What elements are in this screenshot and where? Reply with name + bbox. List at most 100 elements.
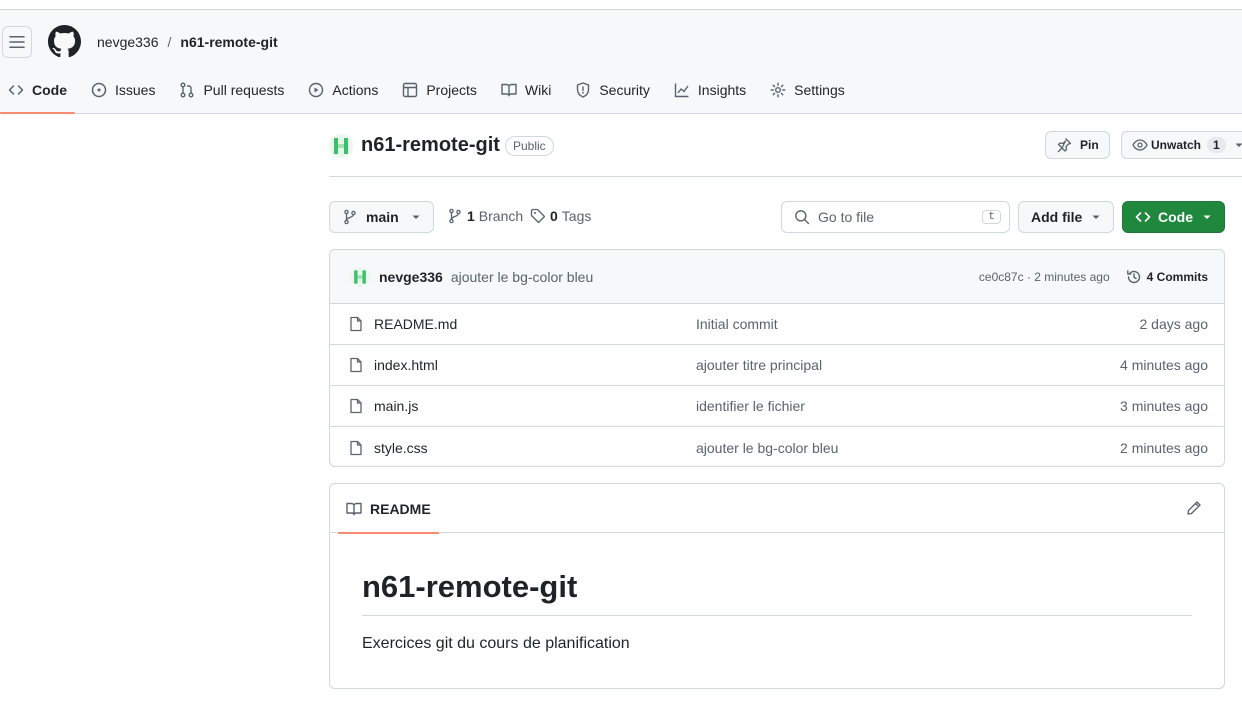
breadcrumb-repo[interactable]: n61-remote-git: [180, 34, 277, 50]
book-icon: [501, 83, 517, 97]
menu-button[interactable]: [2, 26, 32, 58]
breadcrumb-owner[interactable]: nevge336: [97, 34, 159, 50]
commits-count-label: 4 Commits: [1146, 269, 1208, 284]
book-icon: [346, 502, 362, 515]
branches-label: Branch: [478, 208, 524, 224]
file-name[interactable]: style.css: [374, 440, 696, 456]
branches-count: 1: [467, 208, 475, 224]
tab-wiki-label: Wiki: [524, 82, 552, 98]
file-commit-message[interactable]: identifier le fichier: [696, 398, 1120, 414]
file-name[interactable]: index.html: [374, 357, 696, 373]
pin-icon: [1057, 138, 1072, 153]
history-icon: [1126, 269, 1140, 283]
play-icon: [309, 82, 324, 98]
pull-request-icon: [180, 82, 194, 98]
file-icon: [350, 398, 362, 414]
commit-meta: ce0c87c · 2 minutes ago 4 Commits: [979, 269, 1208, 285]
readme-panel: README n61-remote-git Exercices git du c…: [329, 483, 1225, 689]
issue-icon: [91, 82, 107, 98]
pencil-icon: [1187, 501, 1201, 515]
file-name[interactable]: README.md: [374, 316, 696, 332]
commit-message[interactable]: ajouter le bg-color bleu: [451, 269, 593, 285]
file-row[interactable]: style.css ajouter le bg-color bleu 2 min…: [330, 427, 1224, 466]
hamburger-icon: [9, 36, 25, 48]
file-date: 3 minutes ago: [1120, 398, 1208, 414]
breadcrumb: nevge336 / n61-remote-git: [97, 34, 278, 50]
readme-paragraph: Exercices git du cours de planification: [362, 635, 630, 652]
branch-icon: [344, 209, 356, 225]
tab-code-label: Code: [32, 82, 67, 98]
repo-name[interactable]: n61-remote-git: [361, 134, 500, 157]
code-icon: [1135, 212, 1151, 222]
search-shortcut: t: [982, 210, 1001, 224]
repo-title-row: n61-remote-git Public Pin Unwatch 1: [329, 131, 1242, 177]
commit-info[interactable]: ce0c87c · 2 minutes ago: [979, 270, 1110, 284]
shield-icon: [577, 82, 590, 98]
tags-label: Tags: [561, 208, 592, 224]
tab-issues-label: Issues: [115, 82, 156, 98]
unwatch-label: Unwatch: [1151, 138, 1202, 152]
tags-link[interactable]: 0 Tags: [530, 208, 591, 224]
caret-down-icon: [412, 215, 420, 219]
tab-actions[interactable]: Actions: [300, 72, 386, 108]
tab-code[interactable]: Code: [0, 72, 75, 114]
file-commit-message[interactable]: ajouter titre principal: [696, 357, 1120, 373]
tab-security-label: Security: [599, 82, 650, 98]
tab-actions-label: Actions: [332, 82, 379, 98]
search-placeholder: Go to file: [818, 209, 875, 225]
tab-pull-requests-label: Pull requests: [203, 82, 285, 98]
file-commit-message[interactable]: ajouter le bg-color bleu: [696, 440, 1120, 456]
pin-label: Pin: [1080, 138, 1099, 152]
code-button-label: Code: [1158, 209, 1193, 225]
readme-tab-label: README: [370, 500, 431, 517]
tab-security[interactable]: Security: [567, 72, 658, 108]
pin-button[interactable]: Pin: [1045, 131, 1110, 159]
repo-header: nevge336 / n61-remote-git Code Issues Pu…: [0, 10, 1242, 114]
caret-down-icon: [1203, 215, 1211, 219]
readme-tab[interactable]: README: [338, 484, 439, 534]
github-logo-icon[interactable]: [48, 25, 81, 58]
file-row[interactable]: README.md Initial commit 2 days ago: [330, 304, 1224, 345]
unwatch-button[interactable]: Unwatch 1: [1121, 131, 1242, 159]
go-to-file-input[interactable]: Go to file t: [781, 201, 1010, 233]
tab-wiki[interactable]: Wiki: [493, 72, 559, 108]
edit-readme-button[interactable]: [1186, 500, 1202, 516]
branch-icon: [449, 208, 461, 224]
file-row[interactable]: index.html ajouter titre principal 4 min…: [330, 345, 1224, 386]
tab-settings[interactable]: Settings: [762, 72, 853, 108]
watch-count: 1: [1207, 137, 1226, 153]
commits-history-link[interactable]: 4 Commits: [1126, 269, 1208, 285]
add-file-button[interactable]: Add file: [1018, 201, 1114, 233]
file-row[interactable]: main.js identifier le fichier 3 minutes …: [330, 386, 1224, 427]
caret-down-icon: [1235, 143, 1242, 147]
tab-settings-label: Settings: [794, 82, 845, 98]
gear-icon: [770, 82, 786, 98]
file-date: 4 minutes ago: [1120, 357, 1208, 373]
branches-link[interactable]: 1 Branch: [447, 208, 523, 224]
commit-author-avatar[interactable]: [350, 266, 370, 287]
readme-header: README: [330, 484, 1224, 534]
repo-owner-avatar[interactable]: [329, 134, 353, 158]
visibility-badge: Public: [505, 136, 554, 156]
file-date: 2 days ago: [1139, 316, 1209, 332]
file-commit-message[interactable]: Initial commit: [696, 316, 1140, 332]
repo-nav: Code Issues Pull requests Actions Projec…: [0, 72, 861, 114]
file-list: nevge336 ajouter le bg-color bleu ce0c87…: [329, 249, 1225, 467]
tab-pull-requests[interactable]: Pull requests: [171, 72, 292, 108]
tab-insights[interactable]: Insights: [666, 72, 754, 108]
file-date: 2 minutes ago: [1120, 439, 1208, 456]
file-icon: [350, 440, 362, 455]
code-button[interactable]: Code: [1122, 201, 1225, 233]
browser-top-strip: [0, 0, 1242, 10]
tab-issues[interactable]: Issues: [83, 72, 163, 108]
graph-icon: [674, 83, 689, 98]
file-name[interactable]: main.js: [374, 398, 696, 414]
tags-count: 0: [550, 208, 558, 224]
table-icon: [403, 82, 418, 98]
commit-author[interactable]: nevge336: [379, 269, 443, 285]
tab-projects[interactable]: Projects: [394, 72, 485, 108]
latest-commit-bar: nevge336 ajouter le bg-color bleu ce0c87…: [330, 250, 1224, 304]
eye-icon: [1132, 139, 1148, 151]
tab-projects-label: Projects: [426, 82, 477, 98]
branch-selector[interactable]: main: [329, 201, 434, 233]
